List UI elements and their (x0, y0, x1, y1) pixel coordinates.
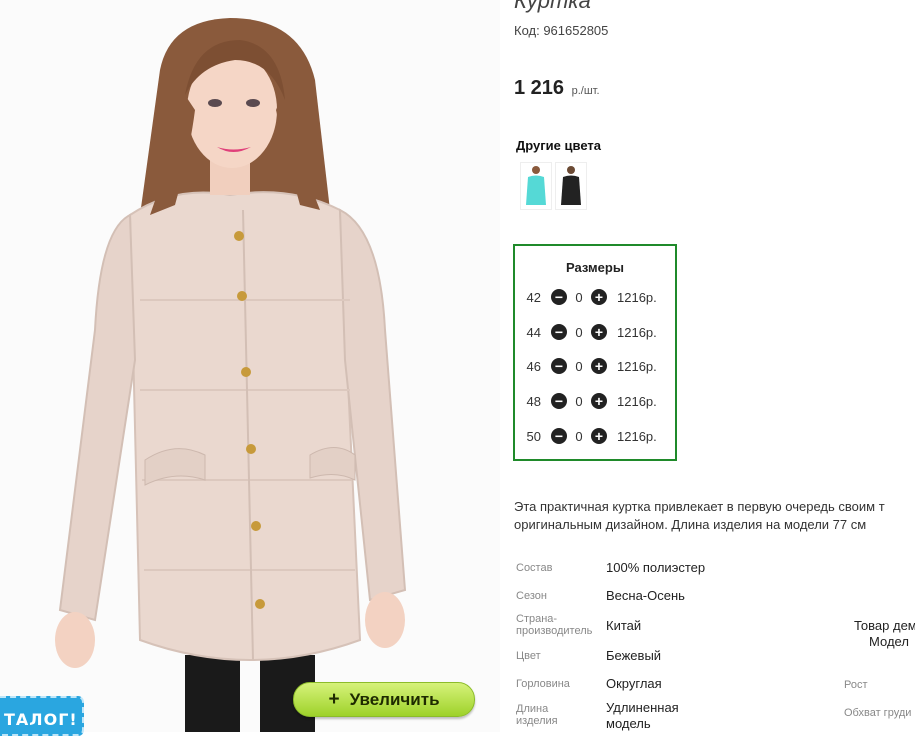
spec-value-neck: Округлая (606, 676, 662, 691)
spec-value-season: Весна-Осень (606, 588, 685, 603)
spec-label-season: Сезон (516, 590, 547, 602)
minus-icon[interactable]: − (551, 393, 567, 409)
price-unit: р./шт. (571, 85, 600, 97)
spec-label-composition: Состав (516, 562, 553, 574)
model-illustration (0, 0, 500, 732)
spec-label-line: производитель (516, 625, 593, 637)
spec-value-length: Удлиненная модель (606, 700, 679, 732)
model-info: Товар демо Модел (844, 618, 915, 650)
quantity-value: 0 (575, 428, 583, 444)
description-line: Эта практичная куртка привлекает в перву… (514, 499, 885, 514)
spec-value-composition: 100% полиэстер (606, 560, 706, 575)
quantity-value: 0 (575, 358, 583, 374)
size-label: 46 (526, 358, 541, 374)
size-price: 1216р. (617, 289, 657, 305)
plus-icon[interactable]: + (591, 289, 607, 305)
size-row: 50 − 0 + 1216р. (515, 426, 657, 446)
plus-icon[interactable]: + (591, 428, 607, 444)
plus-icon[interactable]: + (591, 324, 607, 340)
quantity-value: 0 (575, 324, 583, 340)
black-jacket-thumbnail (561, 166, 581, 205)
spec-label-line: Страна- (516, 613, 558, 625)
size-label: 42 (526, 289, 541, 305)
size-row: 46 − 0 + 1216р. (515, 356, 657, 376)
zoom-label: Увеличить (349, 689, 440, 709)
minus-icon[interactable]: − (551, 428, 567, 444)
spec-label-height: Рост (844, 679, 868, 691)
size-label: 50 (526, 428, 541, 444)
quantity-value: 0 (575, 393, 583, 409)
size-row: 42 − 0 + 1216р. (515, 287, 657, 307)
product-photo[interactable] (0, 0, 500, 732)
model-info-line: Модел (869, 634, 909, 649)
price-value: 1 216 (514, 77, 565, 99)
spec-label-neck: Горловина (516, 678, 570, 690)
minus-icon[interactable]: − (551, 358, 567, 374)
quantity-value: 0 (575, 289, 583, 305)
plus-icon: + (328, 688, 340, 710)
product-description: Эта практичная куртка привлекает в перву… (514, 498, 915, 534)
other-colors-heading: Другие цвета (516, 138, 601, 153)
spec-value-line: модель (606, 716, 651, 731)
product-price: 1 216 р./шт. (514, 77, 600, 100)
spec-label-line: Длина (516, 703, 549, 715)
size-label: 44 (526, 324, 541, 340)
color-swatch-black[interactable] (555, 162, 587, 210)
zoom-button[interactable]: + Увеличить (293, 682, 475, 717)
plus-icon[interactable]: + (591, 358, 607, 374)
spec-label-line: изделия (516, 715, 558, 727)
spec-label-country: Страна- производитель (516, 613, 592, 637)
plus-icon[interactable]: + (591, 393, 607, 409)
size-price: 1216р. (617, 358, 657, 374)
sizes-heading: Размеры (566, 260, 624, 275)
spec-label-color: Цвет (516, 650, 541, 662)
size-price: 1216р. (617, 324, 657, 340)
sizes-panel: Размеры 42 − 0 + 1216р. 44 − 0 + 1216р. … (513, 244, 677, 461)
spec-value-line: Удлиненная (606, 700, 679, 715)
size-price: 1216р. (617, 428, 657, 444)
spec-label-chest: Обхват груди (844, 707, 912, 719)
minus-icon[interactable]: − (551, 289, 567, 305)
product-title: Куртка (514, 0, 591, 13)
size-price: 1216р. (617, 393, 657, 409)
product-code: Код: 961652805 (514, 23, 609, 38)
spec-label-length: Длина изделия (516, 703, 558, 727)
minus-icon[interactable]: − (551, 324, 567, 340)
catalog-button[interactable]: ТАЛОГ! (0, 696, 84, 736)
model-info-line: Товар демо (854, 618, 915, 633)
spec-value-country: Китай (606, 618, 642, 633)
size-label: 48 (526, 393, 541, 409)
catalog-label: ТАЛОГ! (4, 710, 78, 729)
description-line: оригинальным дизайном. Длина изделия на … (514, 517, 867, 532)
color-swatch-turquoise[interactable] (520, 162, 552, 210)
size-row: 44 − 0 + 1216р. (515, 322, 657, 342)
size-row: 48 − 0 + 1216р. (515, 391, 657, 411)
turquoise-jacket-thumbnail (526, 166, 546, 205)
spec-value-color: Бежевый (606, 648, 662, 663)
